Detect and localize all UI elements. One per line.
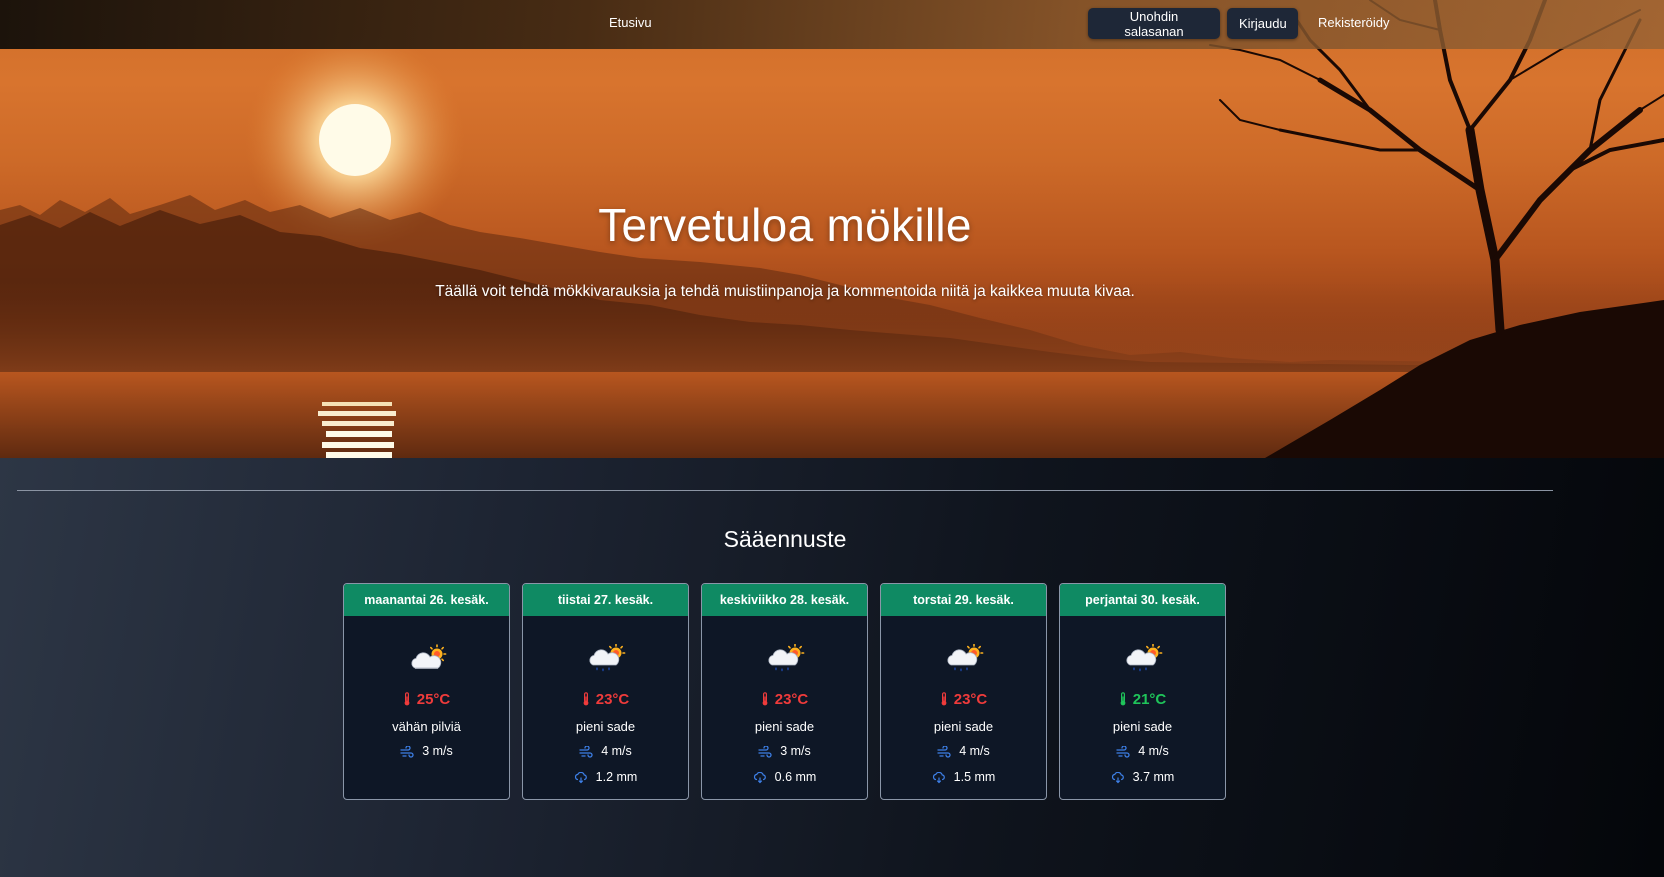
forecast-card: tiistai 27. kesäk. 23°C pieni sade 4 m/s… bbox=[522, 583, 689, 800]
forgot-password-button[interactable]: Unohdin salasanan bbox=[1088, 8, 1220, 39]
forecast-date: maanantai 26. kesäk. bbox=[344, 584, 509, 616]
forecast-description: pieni sade bbox=[1112, 719, 1173, 734]
forecast-description: vähän pilviä bbox=[392, 719, 461, 734]
light-rain-icon bbox=[945, 643, 985, 674]
forecast-wind: 4 m/s bbox=[881, 744, 1046, 758]
rain-amount: 1.2 mm bbox=[595, 770, 638, 784]
temperature-value: 23°C bbox=[774, 691, 809, 708]
forecast-rain: 1.5 mm bbox=[881, 770, 1046, 784]
temperature-value: 21°C bbox=[1132, 691, 1167, 708]
wind-speed: 3 m/s bbox=[780, 744, 811, 758]
rain-icon bbox=[1111, 770, 1133, 784]
forecast-temperature: 23°C bbox=[881, 691, 1046, 708]
wind-icon bbox=[400, 744, 422, 758]
hero-subtitle: Täällä voit tehdä mökkivarauksia ja tehd… bbox=[435, 283, 1135, 300]
forecast-card: perjantai 30. kesäk. 21°C pieni sade 4 m… bbox=[1059, 583, 1226, 800]
login-button[interactable]: Kirjaudu bbox=[1227, 8, 1298, 39]
forecast-description: pieni sade bbox=[575, 719, 636, 734]
rain-amount: 0.6 mm bbox=[774, 770, 817, 784]
wind-speed: 4 m/s bbox=[601, 744, 632, 758]
wind-speed: 4 m/s bbox=[959, 744, 990, 758]
forecast-wind: 3 m/s bbox=[344, 744, 509, 758]
wind-speed: 4 m/s bbox=[1138, 744, 1169, 758]
forecast-rain: 0.6 mm bbox=[702, 770, 867, 784]
thermometer-icon bbox=[403, 691, 417, 708]
forecast-date: perjantai 30. kesäk. bbox=[1060, 584, 1225, 616]
forecast-wind: 4 m/s bbox=[1060, 744, 1225, 758]
thermometer-icon bbox=[940, 691, 954, 708]
forecast-description: pieni sade bbox=[933, 719, 994, 734]
wind-icon bbox=[758, 744, 780, 758]
forecast-wind: 3 m/s bbox=[702, 744, 867, 758]
forecast-card: keskiviikko 28. kesäk. 23°C pieni sade 3… bbox=[701, 583, 868, 800]
sun bbox=[319, 104, 391, 176]
forecast-card: torstai 29. kesäk. 23°C pieni sade 4 m/s… bbox=[880, 583, 1047, 800]
thermometer-icon bbox=[582, 691, 596, 708]
top-navbar: Etusivu Unohdin salasanan Kirjaudu Rekis… bbox=[0, 0, 1664, 49]
thermometer-icon bbox=[1119, 691, 1133, 708]
rain-icon bbox=[574, 770, 596, 784]
forecast-date: torstai 29. kesäk. bbox=[881, 584, 1046, 616]
light-rain-icon bbox=[1124, 643, 1164, 674]
thermometer-icon bbox=[761, 691, 775, 708]
rain-icon bbox=[753, 770, 775, 784]
section-divider bbox=[17, 490, 1553, 491]
wind-speed: 3 m/s bbox=[422, 744, 453, 758]
nav-home-link[interactable]: Etusivu bbox=[609, 15, 652, 30]
wind-icon bbox=[579, 744, 601, 758]
forecast-date: tiistai 27. kesäk. bbox=[523, 584, 688, 616]
forecast-temperature: 23°C bbox=[523, 691, 688, 708]
hero-title: Tervetuloa mökille bbox=[598, 199, 972, 251]
temperature-value: 23°C bbox=[595, 691, 630, 708]
forecast-wind: 4 m/s bbox=[523, 744, 688, 758]
register-link[interactable]: Rekisteröidy bbox=[1318, 15, 1390, 30]
forecast-card: maanantai 26. kesäk. 25°C vähän pilviä 3… bbox=[343, 583, 510, 800]
forecast-temperature: 21°C bbox=[1060, 691, 1225, 708]
forecast-description: pieni sade bbox=[754, 719, 815, 734]
forecast-rain: 3.7 mm bbox=[1060, 770, 1225, 784]
rain-icon bbox=[932, 770, 954, 784]
wind-icon bbox=[1116, 744, 1138, 758]
forecast-title: Sääennuste bbox=[723, 526, 847, 552]
light-rain-icon bbox=[587, 643, 627, 674]
forecast-temperature: 25°C bbox=[344, 691, 509, 708]
forecast-temperature: 23°C bbox=[702, 691, 867, 708]
light-rain-icon bbox=[766, 643, 806, 674]
forecast-date: keskiviikko 28. kesäk. bbox=[702, 584, 867, 616]
main-content: Sääennuste maanantai 26. kesäk. 25°C väh… bbox=[0, 458, 1664, 877]
forecast-rain: 1.2 mm bbox=[523, 770, 688, 784]
hero-banner: Tervetuloa mökille Täällä voit tehdä mök… bbox=[0, 0, 1664, 458]
rain-amount: 3.7 mm bbox=[1132, 770, 1175, 784]
rain-amount: 1.5 mm bbox=[953, 770, 996, 784]
temperature-value: 25°C bbox=[416, 691, 451, 708]
wind-icon bbox=[937, 744, 959, 758]
partly-cloudy-icon bbox=[408, 644, 448, 674]
temperature-value: 23°C bbox=[953, 691, 988, 708]
